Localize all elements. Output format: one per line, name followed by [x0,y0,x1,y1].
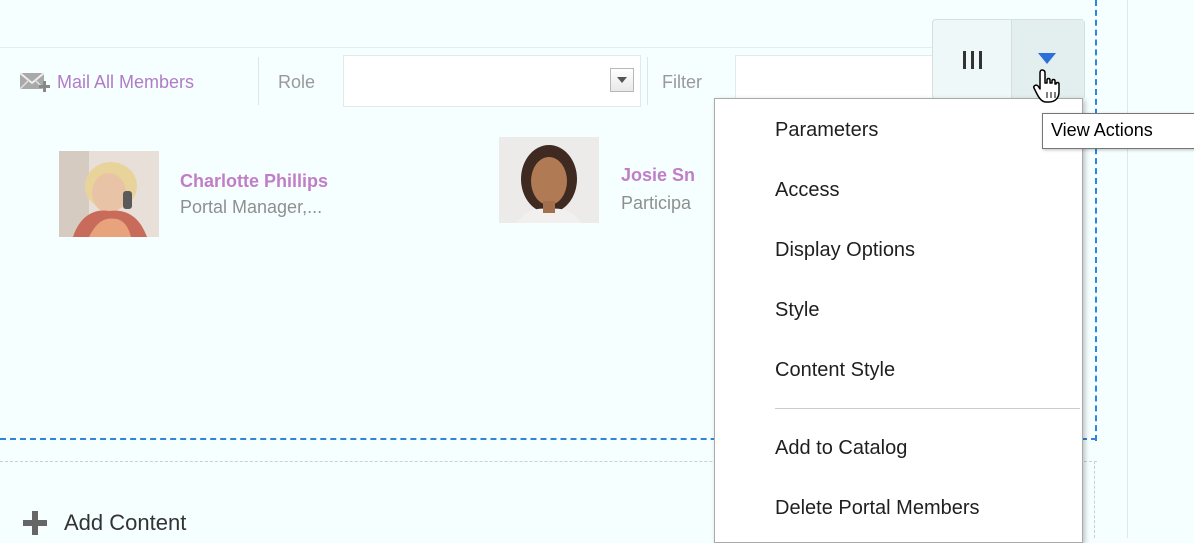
member-name[interactable]: Josie Sn [621,165,695,186]
view-actions-tooltip: View Actions [1042,113,1194,149]
toolbar-separator [258,57,259,105]
menu-separator [775,408,1080,409]
member-role: Participa [621,193,692,213]
filter-label: Filter [662,72,702,92]
mail-group-icon [19,71,53,93]
select-arrow-icon [617,77,627,83]
toolbar-separator [647,57,648,105]
member-name[interactable]: Charlotte Phillips [180,171,328,192]
drag-handle-button[interactable] [933,20,1011,100]
menu-item-access[interactable]: Access [775,179,839,202]
selected-region-border [1095,0,1097,441]
menu-item-add-to-catalog[interactable]: Add to Catalog [775,437,907,460]
plus-icon [23,511,47,535]
add-content-label: Add Content [64,510,187,535]
add-content-button[interactable]: Add Content [23,506,186,540]
view-actions-menu: Parameters Access Display Options Style … [714,98,1083,543]
menu-item-parameters[interactable]: Parameters [775,119,878,142]
menu-item-display-options[interactable]: Display Options [775,239,915,262]
grip-icon [962,51,982,69]
mail-all-members-label: Mail All Members [57,71,195,92]
role-select[interactable] [343,55,641,107]
role-label: Role [278,72,316,92]
avatar[interactable] [499,137,599,223]
top-divider [0,47,1000,48]
menu-item-content-style[interactable]: Content Style [775,359,895,382]
role-select-dropdown-button[interactable] [610,68,634,92]
down-triangle-icon [1038,53,1056,64]
hand-cursor-icon [1033,69,1060,103]
member-role: Portal Manager,... [180,197,323,217]
mail-all-members-link[interactable]: Mail All Members [19,68,194,96]
avatar[interactable] [59,151,159,237]
menu-item-style[interactable]: Style [775,299,819,322]
menu-item-delete-portal-members[interactable]: Delete Portal Members [775,497,980,520]
right-column-divider [1127,0,1128,538]
drop-zone-border [1094,461,1095,538]
